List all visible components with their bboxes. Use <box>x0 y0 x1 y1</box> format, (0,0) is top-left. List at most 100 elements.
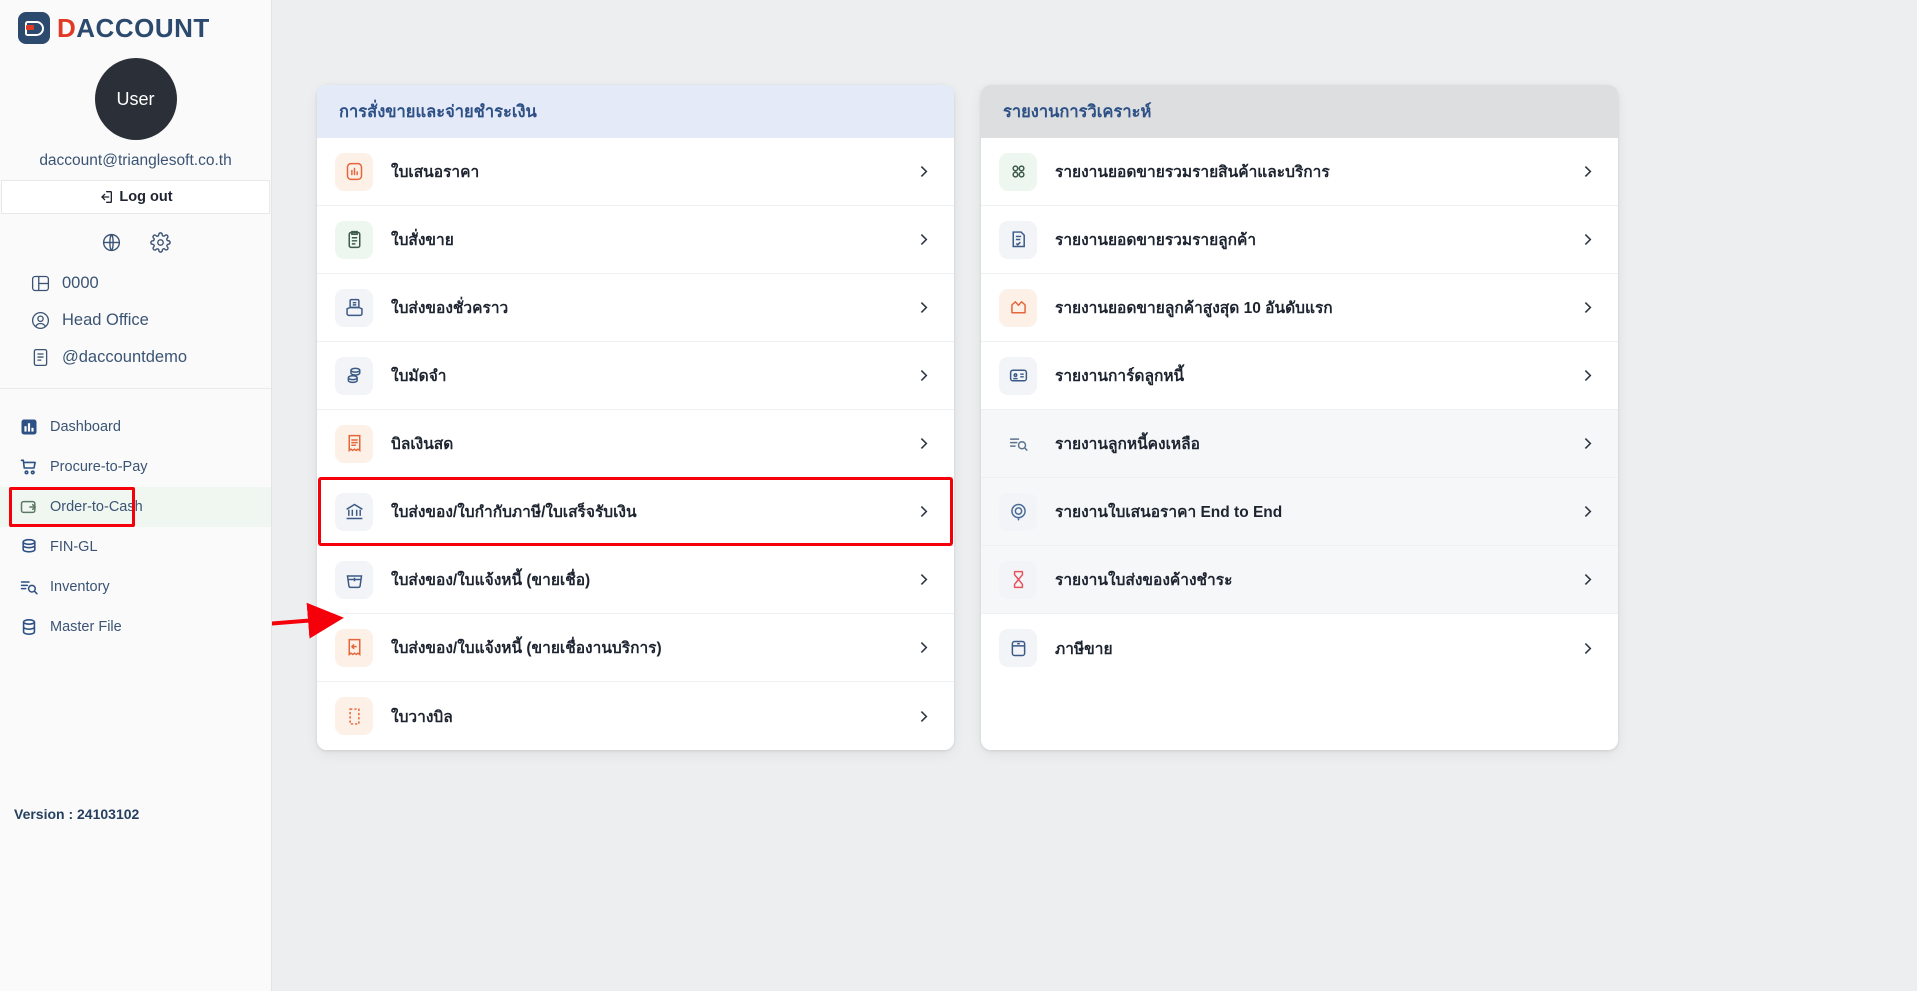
list-item-delivery-tax-receipt[interactable]: ใบส่งของ/ใบกำกับภาษี/ใบเสร็จรับเงิน <box>317 477 954 546</box>
chevron-right-icon <box>920 233 928 246</box>
basket-icon <box>335 560 373 599</box>
sidebar-item-procure-to-pay[interactable]: Procure-to-Pay <box>0 447 271 487</box>
sidebar-item-inventory[interactable]: Inventory <box>0 567 271 607</box>
sidebar: DACCOUNT User daccount@trianglesoft.co.t… <box>0 0 272 991</box>
clipboard-list-icon <box>335 220 373 259</box>
list-item[interactable]: รายงานลูกหนี้คงเหลือ <box>981 410 1618 478</box>
avatar[interactable]: User <box>94 58 177 140</box>
globe-icon[interactable] <box>101 232 122 253</box>
layout-icon <box>31 275 50 292</box>
chevron-right-icon <box>1584 369 1592 382</box>
list-item[interactable]: รายงานยอดขายรวมรายลูกค้า <box>981 206 1618 274</box>
chevron-right-icon <box>920 301 928 314</box>
chevron-right-icon <box>920 505 928 518</box>
org-item-label: 0000 <box>62 274 99 292</box>
list-item[interactable]: รายงานยอดขายลูกค้าสูงสุด 10 อันดับแรก <box>981 274 1618 342</box>
chevron-right-icon <box>920 641 928 654</box>
coins-icon <box>18 536 40 558</box>
chevron-right-icon <box>920 165 928 178</box>
org-item-label: @daccountdemo <box>62 348 187 366</box>
list-item-label: ใบส่งของ/ใบแจ้งหนี้ (ขายเชื่องานบริการ) <box>391 640 662 657</box>
main-content: การสั่งขายและจ่ายชำระเงิน ใบเสนอราคา ใบส… <box>272 0 1917 991</box>
sidebar-item-order-to-cash[interactable]: Order-to-Cash <box>0 487 271 527</box>
list-item[interactable]: บิลเงินสด <box>317 410 954 478</box>
list-item[interactable]: ภาษีขาย <box>981 614 1618 682</box>
sidebar-item-master-file[interactable]: Master File <box>0 607 271 647</box>
chevron-right-icon <box>920 710 928 722</box>
list-item[interactable]: ใบวางบิล <box>317 682 954 750</box>
crown-icon <box>999 288 1037 327</box>
chevron-right-icon <box>1584 301 1592 314</box>
id-card-icon <box>999 356 1037 395</box>
list-item[interactable]: ใบสั่งขาย <box>317 206 954 274</box>
chevron-right-icon <box>1584 165 1592 178</box>
spiral-icon <box>999 492 1037 531</box>
version-label: Version : 24103102 <box>14 806 140 822</box>
list-item[interactable]: ใบส่งของชั่วคราว <box>317 274 954 342</box>
wallet-icon <box>18 496 40 518</box>
chevron-right-icon <box>1584 642 1592 654</box>
list-item-label: ใบส่งของชั่วคราว <box>391 300 509 317</box>
inventory-icon <box>18 576 40 598</box>
list-item-label: รายงานยอดขายรวมรายสินค้าและบริการ <box>1055 164 1330 181</box>
list-item[interactable]: รายงานการ์ดลูกหนี้ <box>981 342 1618 410</box>
list-item[interactable]: รายงานใบส่งของค้างชำระ <box>981 546 1618 614</box>
list-item-label: รายงานใบเสนอราคา End to End <box>1055 504 1283 521</box>
chevron-right-icon <box>920 437 928 450</box>
list-item[interactable]: ใบส่งของ/ใบแจ้งหนี้ (ขายเชื่อ) <box>317 546 954 614</box>
sidebar-item-head-office[interactable]: Head Office <box>0 302 271 339</box>
list-item[interactable]: รายงานใบเสนอราคา End to End <box>981 478 1618 546</box>
sidebar-item-label: Inventory <box>50 579 110 595</box>
brand-d: D <box>57 13 77 43</box>
brand-rest: ACCOUNT <box>76 13 210 43</box>
list-item[interactable]: ใบมัดจำ <box>317 342 954 410</box>
card-title-sales: การสั่งขายและจ่ายชำระเงิน <box>317 85 954 138</box>
chevron-right-icon <box>1584 437 1592 450</box>
chevron-right-icon <box>920 369 928 382</box>
sidebar-item-label: Order-to-Cash <box>50 499 143 515</box>
list-search-icon <box>999 425 1037 463</box>
bar-chart-doc-icon <box>335 152 373 191</box>
cart-icon <box>18 456 40 478</box>
list-item-label: รายงานยอดขายรวมรายลูกค้า <box>1055 232 1257 249</box>
org-list: 0000 Head Office @daccountdemo <box>0 263 271 389</box>
sidebar-item-label: Master File <box>50 619 122 635</box>
list-item-label: ใบส่งของ/ใบกำกับภาษี/ใบเสร็จรับเงิน <box>391 504 637 521</box>
brand-wordmark: DACCOUNT <box>57 15 210 41</box>
list-item-label: บิลเงินสด <box>391 436 454 453</box>
logout-button[interactable]: Log out <box>1 180 270 214</box>
sidebar-item-0000[interactable]: 0000 <box>0 265 271 302</box>
archive-icon <box>999 629 1037 667</box>
card-analysis-reports: รายงานการวิเคราะห์ รายงานยอดขายรวมรายสิน… <box>981 85 1618 750</box>
chevron-right-icon <box>1584 505 1592 518</box>
sidebar-item-daccountdemo[interactable]: @daccountdemo <box>0 339 271 376</box>
document-icon <box>33 348 48 367</box>
logout-label: Log out <box>119 189 173 205</box>
sidebar-item-label: FIN-GL <box>50 539 98 555</box>
list-item-label: ใบมัดจำ <box>391 368 447 385</box>
logo-mark-icon <box>18 12 50 44</box>
card-rows-sales: ใบเสนอราคา ใบสั่งขาย ใบส่งของชั่วคราว ใบ… <box>317 138 954 750</box>
org-item-label: Head Office <box>62 311 149 329</box>
sidebar-item-dashboard[interactable]: Dashboard <box>0 407 271 447</box>
gear-icon[interactable] <box>149 232 171 253</box>
bank-icon <box>335 492 373 531</box>
chevron-right-icon <box>920 573 928 586</box>
card-title-reports: รายงานการวิเคราะห์ <box>981 85 1618 138</box>
sidebar-nav: Dashboard Procure-to-Pay Order-to-Cash F… <box>0 389 271 647</box>
logout-icon <box>101 191 113 203</box>
list-item-label: รายงานใบส่งของค้างชำระ <box>1055 572 1233 589</box>
user-email: daccount@trianglesoft.co.th <box>39 152 232 169</box>
sidebar-item-fin-gl[interactable]: FIN-GL <box>0 527 271 567</box>
list-item-label: ใบเสนอราคา <box>391 164 480 181</box>
chevron-right-icon <box>1584 233 1592 246</box>
inbox-doc-icon <box>335 288 373 327</box>
sidebar-quick-icons <box>0 214 271 263</box>
list-item-label: ใบวางบิล <box>391 708 453 726</box>
list-item[interactable]: ใบส่งของ/ใบแจ้งหนี้ (ขายเชื่องานบริการ) <box>317 614 954 682</box>
list-item[interactable]: รายงานยอดขายรวมรายสินค้าและบริการ <box>981 138 1618 206</box>
list-item[interactable]: ใบเสนอราคา <box>317 138 954 206</box>
list-item-label: ใบส่งของ/ใบแจ้งหนี้ (ขายเชื่อ) <box>391 572 591 589</box>
list-item-label: รายงานยอดขายลูกค้าสูงสุด 10 อันดับแรก <box>1055 300 1333 317</box>
coins-stack-icon <box>335 356 373 395</box>
